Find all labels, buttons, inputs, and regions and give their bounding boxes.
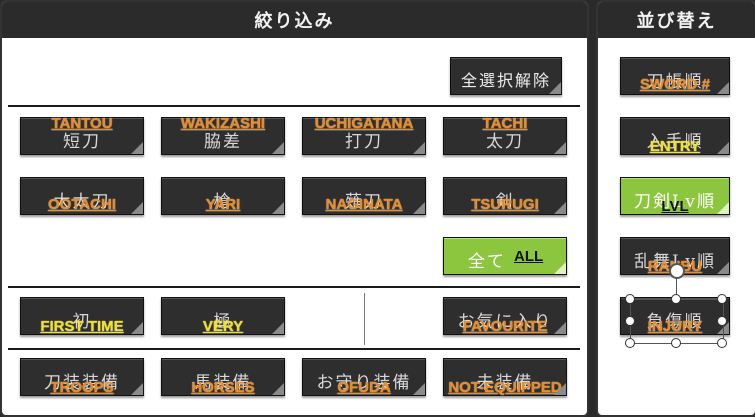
filter-tantou-en-label: TANTOU	[51, 115, 113, 132]
filter-not-equipped-button[interactable]: 未装備 NOT-EQUIPPED	[443, 358, 567, 396]
sort-entry-button[interactable]: 入手順 ENTRY	[620, 117, 730, 155]
filter-yari-button[interactable]: 槍 YARI	[161, 177, 285, 215]
filter-all-button[interactable]: 全て ALL	[443, 237, 567, 275]
filter-ootachi-en-label: OOTACHI	[47, 196, 117, 213]
filter-all-en-label: ALL	[514, 248, 544, 265]
filter-panel-title: 絞り込み	[2, 2, 587, 38]
filter-yari-en-label: YARI	[205, 196, 241, 213]
filter-wakizashi-en-label: WAKIZASHI	[180, 115, 266, 132]
filter-not-equipped-en-label: NOT-EQUIPPED	[448, 379, 562, 396]
filter-tachi-button[interactable]: 太刀 TACHI	[443, 115, 567, 155]
filter-naginata-button[interactable]: 薙刀 NAGINATA	[302, 177, 426, 215]
resize-handle-icon[interactable]	[717, 294, 727, 304]
divider	[8, 348, 580, 350]
resize-handle-icon[interactable]	[625, 294, 635, 304]
filter-very-en-label: VERY	[202, 318, 244, 335]
filter-uchigatana-en-label: UCHIGATANA	[314, 115, 414, 132]
deselect-all-label: 全選択解除	[460, 71, 551, 90]
filter-naginata-en-label: NAGINATA	[325, 196, 403, 213]
filter-first-time-en-label: FIRST TIME	[40, 318, 124, 335]
filter-very-button[interactable]: 極 VERY	[161, 297, 285, 335]
filter-ofuda-en-label: OFUDA	[337, 379, 391, 396]
sort-lvl-en-label: LVL	[661, 198, 689, 215]
filter-wakizashi-button[interactable]: 脇差 WAKIZASHI	[161, 115, 285, 155]
filter-ofuda-button[interactable]: お守り装備 OFUDA	[302, 358, 426, 396]
filter-uchigatana-button[interactable]: 打刀 UCHIGATANA	[302, 115, 426, 155]
filter-favourite-button[interactable]: お気に入り FAVOURITE	[443, 297, 567, 335]
filter-troops-en-label: TROOPS	[50, 379, 114, 396]
filter-favourite-en-label: FAVOURITE	[462, 318, 548, 335]
sort-lvl-button[interactable]: 刀剣Lv順 LVL	[620, 177, 730, 215]
rotate-handle-icon[interactable]	[669, 263, 685, 279]
divider	[8, 286, 580, 288]
filter-horses-button[interactable]: 馬装備 HORSES	[161, 358, 285, 396]
deselect-all-button[interactable]: 全選択解除	[450, 57, 562, 95]
resize-handle-icon[interactable]	[625, 338, 635, 348]
resize-handle-icon[interactable]	[717, 316, 727, 326]
vertical-divider	[364, 293, 365, 345]
filter-troops-button[interactable]: 刀装装備 TROOPS	[20, 358, 144, 396]
filter-first-time-button[interactable]: 初 FIRST TIME	[20, 297, 144, 335]
resize-handle-icon[interactable]	[671, 294, 681, 304]
sort-panel: 並び替え 刀帳順 SWORD # 入手順 ENTRY 刀剣Lv順 LVL 乱舞L…	[596, 0, 755, 417]
sort-entry-en-label: ENTRY	[649, 138, 701, 155]
filter-tachi-en-label: TACHI	[482, 115, 528, 132]
filter-tantou-button[interactable]: 短刀 TANTOU	[20, 115, 144, 155]
filter-panel: 絞り込み 全選択解除 短刀 TANTOU 脇差 WAKIZASHI 打刀 UCH…	[0, 0, 589, 417]
resize-handle-icon[interactable]	[717, 338, 727, 348]
filter-horses-en-label: HORSES	[191, 379, 255, 396]
filter-ootachi-button[interactable]: 大太刀 OOTACHI	[20, 177, 144, 215]
sort-sword-number-en-label: SWORD #	[639, 76, 710, 93]
divider	[8, 105, 580, 107]
sort-sword-number-button[interactable]: 刀帳順 SWORD #	[620, 57, 730, 95]
resize-handle-icon[interactable]	[671, 338, 681, 348]
filter-tsurugi-button[interactable]: 剣 TSURUGI	[443, 177, 567, 215]
filter-tsurugi-en-label: TSURUGI	[471, 196, 539, 213]
sort-panel-title: 並び替え	[598, 2, 755, 38]
resize-handle-icon[interactable]	[625, 316, 635, 326]
